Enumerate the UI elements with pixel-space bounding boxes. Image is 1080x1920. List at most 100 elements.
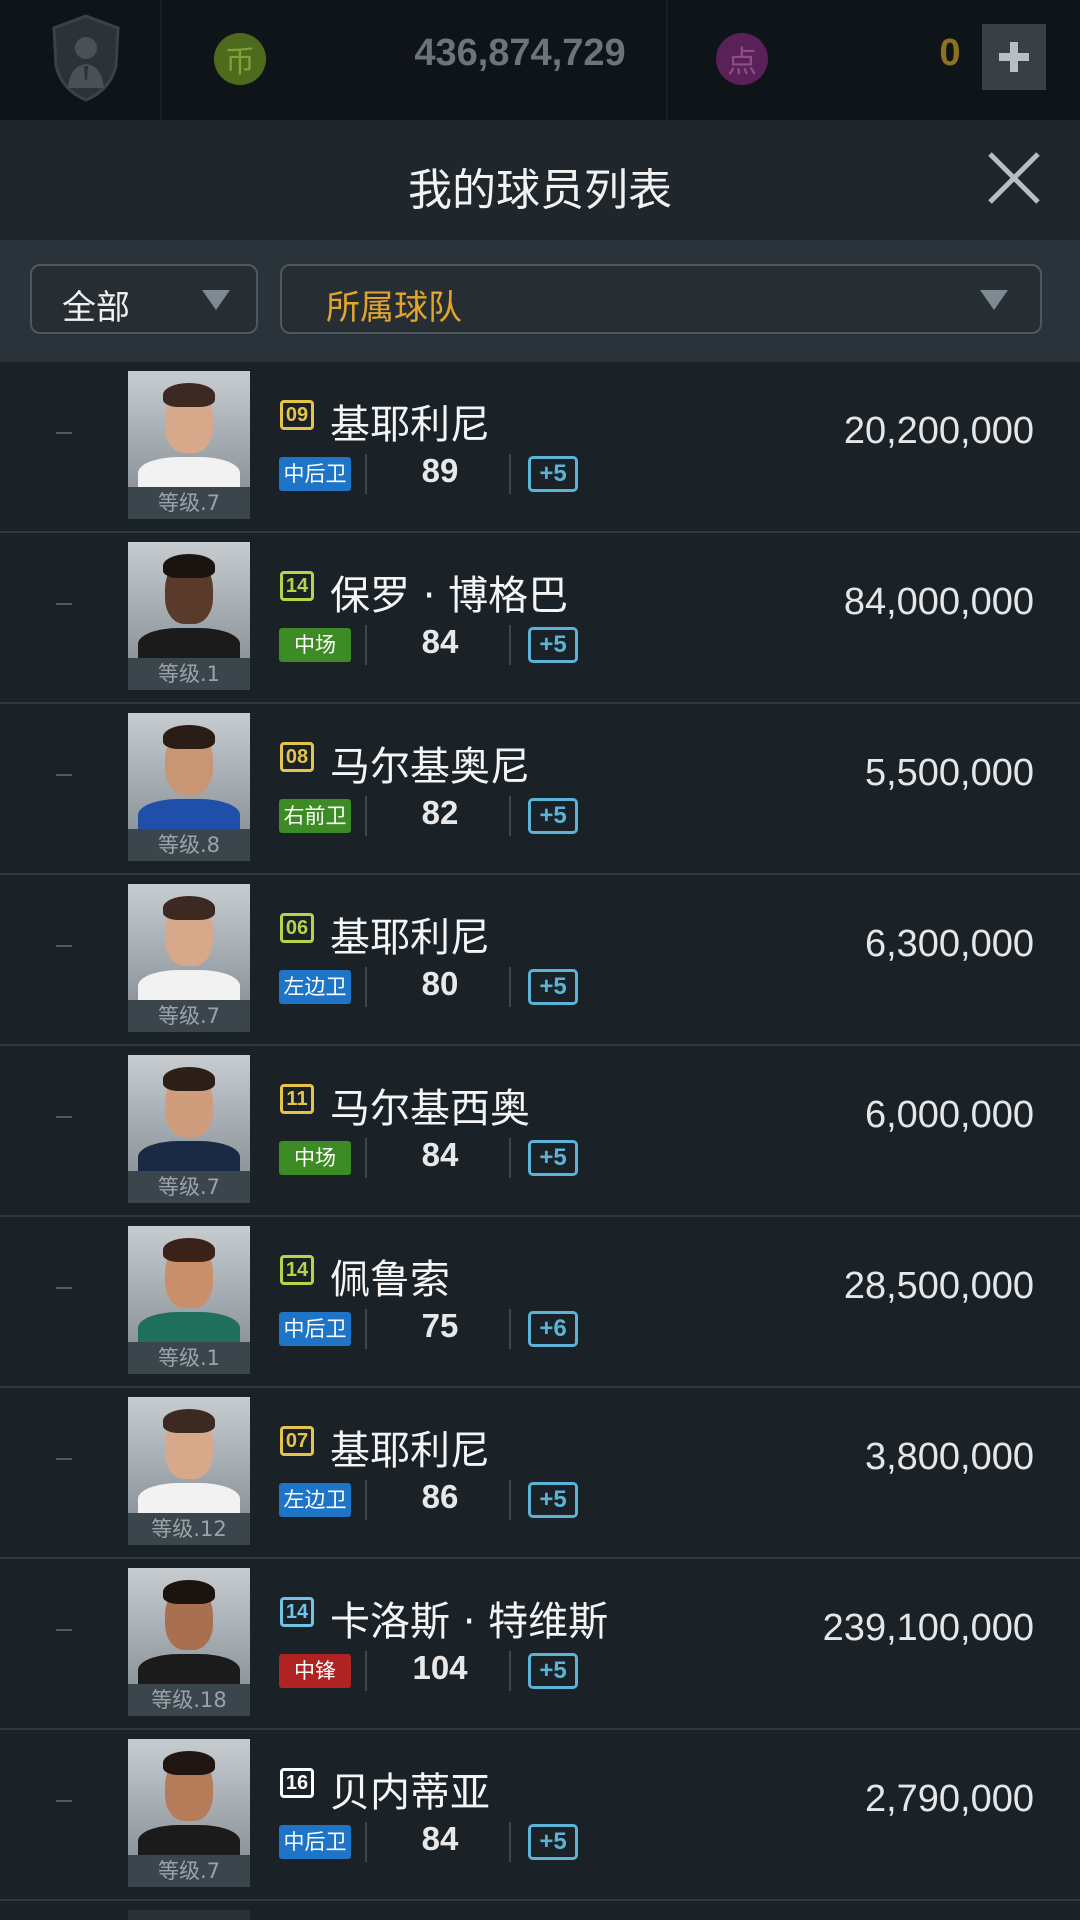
manager-avatar-icon[interactable] xyxy=(50,14,122,102)
upgrade-badge: +5 xyxy=(528,1140,578,1176)
category-dropdown-label: 全部 xyxy=(62,288,130,328)
season-badge: 07 xyxy=(280,1426,314,1456)
divider xyxy=(509,1651,511,1691)
player-row[interactable]: 等级.1 14 保罗 · 博格巴 中场 84 +5 84,000,000 xyxy=(0,533,1080,704)
player-photo: 等级.8 xyxy=(128,713,250,861)
player-value: 6,000,000 xyxy=(864,1094,1034,1136)
player-level: 等级.8 xyxy=(128,829,250,861)
player-rating: 80 xyxy=(421,965,459,1002)
player-level: 等级.7 xyxy=(128,487,250,519)
player-row[interactable]: 等级.18 14 卡洛斯 · 特维斯 中锋 104 +5 239,100,000 xyxy=(0,1559,1080,1730)
select-marker[interactable] xyxy=(56,1800,72,1802)
point-icon: 点 xyxy=(716,33,768,85)
player-row[interactable]: 等级.7 06 基耶利尼 左边卫 80 +5 6,300,000 xyxy=(0,875,1080,1046)
player-name: 贝内蒂亚 xyxy=(330,1770,490,1816)
player-value: 28,500,000 xyxy=(843,1265,1034,1307)
season-badge: 06 xyxy=(280,913,314,943)
select-marker[interactable] xyxy=(56,945,72,947)
upgrade-badge: +5 xyxy=(528,456,578,492)
divider xyxy=(365,1480,367,1520)
add-points-button[interactable] xyxy=(982,24,1046,90)
divider xyxy=(365,1822,367,1862)
select-marker[interactable] xyxy=(56,1116,72,1118)
coin-balance: 436,874,729 xyxy=(414,32,626,74)
select-marker[interactable] xyxy=(56,774,72,776)
player-hair xyxy=(163,1580,215,1604)
player-photo: 等级.7 xyxy=(128,371,250,519)
select-marker[interactable] xyxy=(56,1287,72,1289)
divider xyxy=(509,625,511,665)
player-row[interactable] xyxy=(0,1901,1080,1920)
select-marker[interactable] xyxy=(56,1458,72,1460)
upgrade-badge: +5 xyxy=(528,627,578,663)
divider xyxy=(666,0,668,120)
player-rating: 104 xyxy=(412,1649,468,1686)
upgrade-badge: +6 xyxy=(528,1311,578,1347)
coin-icon: 币 xyxy=(214,33,266,85)
position-badge: 右前卫 xyxy=(279,799,351,833)
divider xyxy=(365,1309,367,1349)
divider xyxy=(509,1480,511,1520)
player-row[interactable]: 等级.7 11 马尔基西奥 中场 84 +5 6,000,000 xyxy=(0,1046,1080,1217)
select-marker[interactable] xyxy=(56,603,72,605)
player-name: 保罗 · 博格巴 xyxy=(330,573,569,619)
player-level: 等级.7 xyxy=(128,1171,250,1203)
point-balance: 0 xyxy=(939,32,961,74)
season-badge: 14 xyxy=(280,571,314,601)
player-row[interactable]: 等级.1 14 佩鲁索 中后卫 75 +6 28,500,000 xyxy=(0,1217,1080,1388)
top-status-bar: 币 436,874,729 点 0 xyxy=(0,0,1080,120)
player-row[interactable]: 等级.12 07 基耶利尼 左边卫 86 +5 3,800,000 xyxy=(0,1388,1080,1559)
player-name: 卡洛斯 · 特维斯 xyxy=(330,1599,609,1645)
player-photo: 等级.1 xyxy=(128,542,250,690)
player-level: 等级.12 xyxy=(128,1513,250,1545)
player-rating: 82 xyxy=(421,794,459,831)
position-badge: 中后卫 xyxy=(279,457,351,491)
divider xyxy=(509,1822,511,1862)
player-photo: 等级.7 xyxy=(128,1055,250,1203)
category-dropdown[interactable]: 全部 xyxy=(30,264,258,334)
divider xyxy=(365,454,367,494)
player-photo: 等级.7 xyxy=(128,884,250,1032)
player-hair xyxy=(163,725,215,749)
divider xyxy=(365,967,367,1007)
player-photo: 等级.7 xyxy=(128,1739,250,1887)
player-name: 马尔基奥尼 xyxy=(330,744,530,790)
player-level: 等级.7 xyxy=(128,1855,250,1887)
upgrade-badge: +5 xyxy=(528,1653,578,1689)
player-row[interactable]: 等级.7 09 基耶利尼 中后卫 89 +5 20,200,000 xyxy=(0,362,1080,533)
divider xyxy=(365,1651,367,1691)
divider xyxy=(365,625,367,665)
position-badge: 中场 xyxy=(279,628,351,662)
player-name: 基耶利尼 xyxy=(330,402,490,448)
team-dropdown-label: 所属球队 xyxy=(326,288,462,328)
position-badge: 中锋 xyxy=(279,1654,351,1688)
plus-icon xyxy=(999,42,1029,72)
position-badge: 中后卫 xyxy=(279,1825,351,1859)
team-dropdown[interactable]: 所属球队 xyxy=(280,264,1042,334)
player-rating: 84 xyxy=(421,1136,459,1173)
player-hair xyxy=(163,1238,215,1262)
season-badge: 08 xyxy=(280,742,314,772)
player-value: 20,200,000 xyxy=(843,410,1034,452)
player-value: 3,800,000 xyxy=(864,1436,1034,1478)
page-title: 我的球员列表 xyxy=(408,165,672,216)
player-row[interactable]: 等级.8 08 马尔基奥尼 右前卫 82 +5 5,500,000 xyxy=(0,704,1080,875)
player-value: 2,790,000 xyxy=(864,1778,1034,1820)
player-level: 等级.7 xyxy=(128,1000,250,1032)
divider xyxy=(160,0,162,120)
player-rating: 84 xyxy=(421,623,459,660)
player-rating: 75 xyxy=(421,1307,459,1344)
player-value: 6,300,000 xyxy=(864,923,1034,965)
player-row[interactable]: 等级.7 16 贝内蒂亚 中后卫 84 +5 2,790,000 xyxy=(0,1730,1080,1901)
upgrade-badge: +5 xyxy=(528,969,578,1005)
player-value: 5,500,000 xyxy=(864,752,1034,794)
close-icon[interactable] xyxy=(986,150,1042,206)
player-name: 基耶利尼 xyxy=(330,1428,490,1474)
player-value: 84,000,000 xyxy=(843,581,1034,623)
select-marker[interactable] xyxy=(56,432,72,434)
player-hair xyxy=(163,1751,215,1775)
select-marker[interactable] xyxy=(56,1629,72,1631)
position-badge: 左边卫 xyxy=(279,1483,351,1517)
player-name: 佩鲁索 xyxy=(330,1257,450,1303)
season-badge: 14 xyxy=(280,1597,314,1627)
